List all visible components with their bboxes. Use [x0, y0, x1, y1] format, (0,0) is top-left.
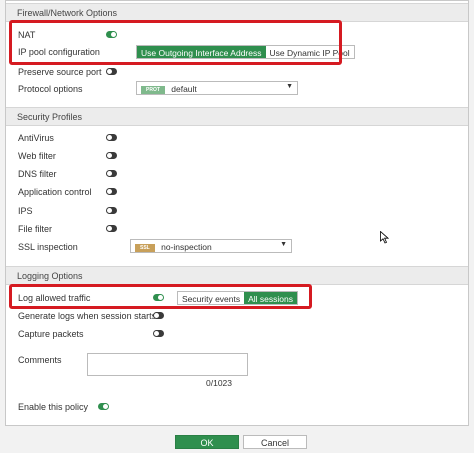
- ips-toggle[interactable]: [106, 207, 117, 214]
- dns-filter-label: DNS filter: [18, 169, 57, 179]
- enable-policy-toggle[interactable]: [98, 403, 109, 410]
- file-filter-label: File filter: [18, 224, 53, 234]
- chevron-down-icon: ▼: [286, 83, 293, 90]
- ok-button[interactable]: OK: [175, 435, 239, 449]
- enable-policy-label: Enable this policy: [18, 402, 89, 412]
- preserve-source-port-toggle[interactable]: [106, 68, 117, 75]
- nat-highlight-box: [9, 20, 342, 65]
- comments-textarea[interactable]: [87, 353, 248, 376]
- logging-highlight-box: [9, 284, 312, 309]
- web-filter-label: Web filter: [18, 151, 56, 161]
- security-section-header: Security Profiles: [6, 107, 468, 126]
- ssl-tag: SSL: [135, 244, 155, 252]
- ssl-inspection-select[interactable]: SSL no-inspection ▼: [130, 239, 292, 253]
- web-filter-toggle[interactable]: [106, 152, 117, 159]
- dns-filter-toggle[interactable]: [106, 170, 117, 177]
- comments-label: Comments: [18, 355, 62, 365]
- antivirus-label: AntiVirus: [18, 133, 54, 143]
- chevron-down-icon: ▼: [280, 241, 287, 248]
- ips-label: IPS: [18, 206, 33, 216]
- capture-packets-label: Capture packets: [18, 329, 84, 339]
- generate-logs-label: Generate logs when session starts: [18, 311, 157, 321]
- preserve-source-port-label: Preserve source port: [18, 67, 102, 77]
- antivirus-toggle[interactable]: [106, 134, 117, 141]
- mouse-pointer-icon: [380, 231, 389, 244]
- file-filter-toggle[interactable]: [106, 225, 117, 232]
- ssl-inspection-label: SSL inspection: [18, 242, 78, 252]
- capture-packets-toggle[interactable]: [153, 330, 164, 337]
- application-control-toggle[interactable]: [106, 188, 117, 195]
- application-control-label: Application control: [18, 187, 92, 197]
- generate-logs-toggle[interactable]: [153, 312, 164, 319]
- policy-edit-panel: Firewall/Network Options NAT IP pool con…: [5, 0, 469, 426]
- ssl-value: no-inspection: [161, 242, 212, 252]
- comments-char-counter: 0/1023: [206, 378, 232, 388]
- protocol-options-select[interactable]: PROT default ▼: [136, 81, 298, 95]
- protocol-options-label: Protocol options: [18, 84, 83, 94]
- logging-section-header: Logging Options: [6, 266, 468, 285]
- protocol-value: default: [171, 84, 197, 94]
- protocol-tag: PROT: [141, 86, 165, 94]
- cancel-button[interactable]: Cancel: [243, 435, 307, 449]
